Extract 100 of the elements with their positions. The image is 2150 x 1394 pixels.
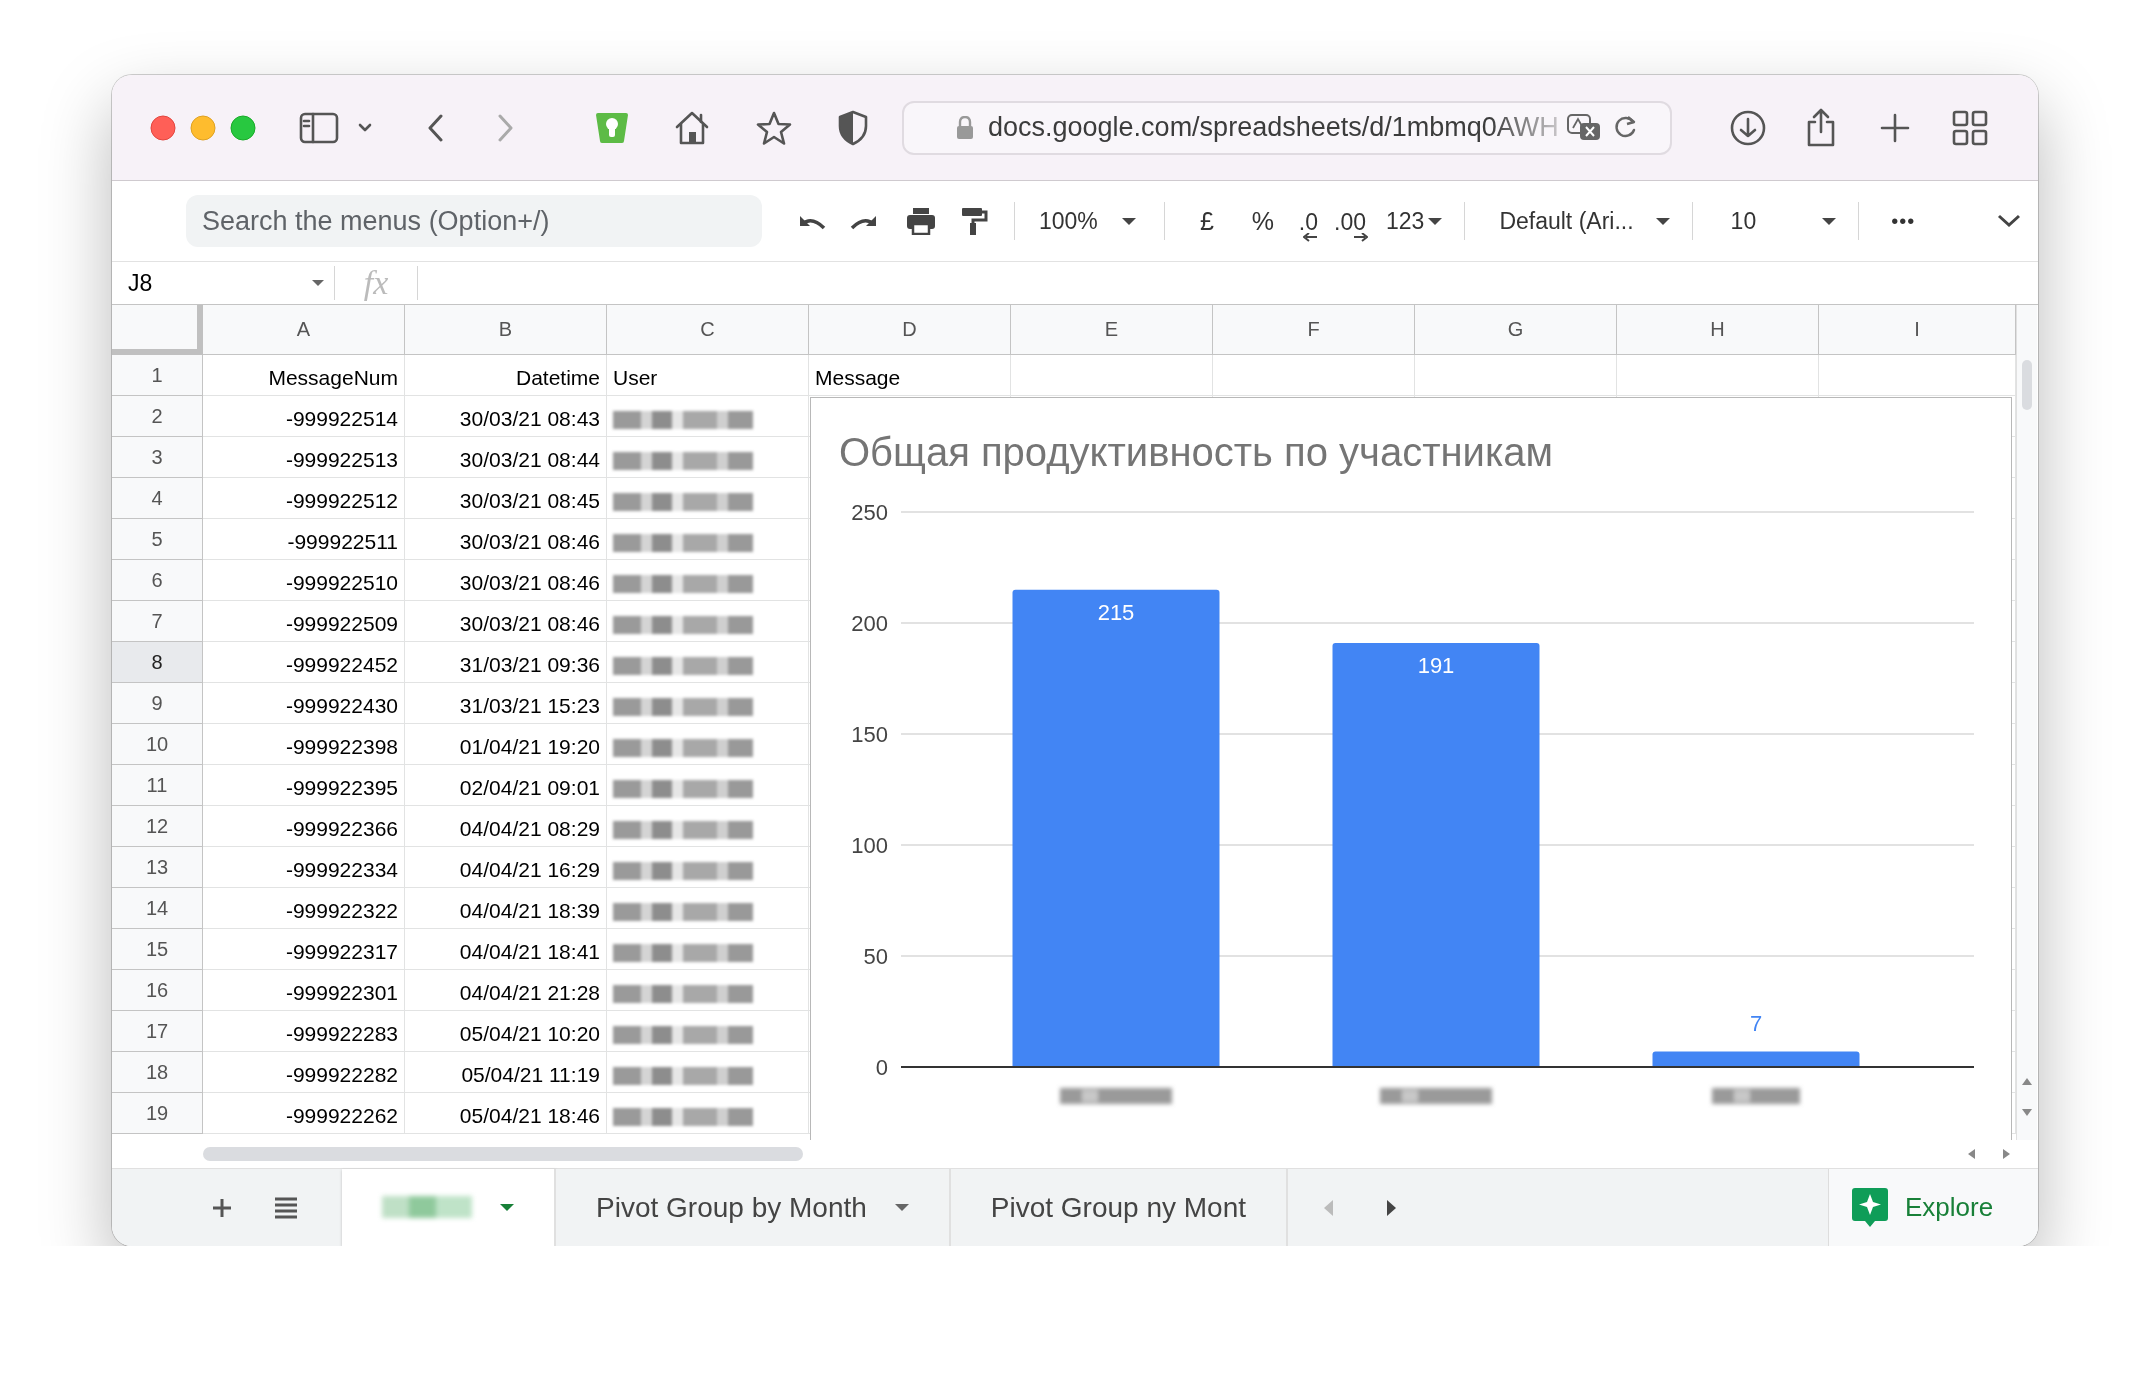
row-header[interactable]: 12: [112, 806, 203, 847]
percent-button[interactable]: %: [1234, 202, 1291, 240]
row-header[interactable]: 5: [112, 519, 203, 560]
zoom-dropdown[interactable]: 100%: [1029, 203, 1144, 239]
table-cell: MessageNum: [203, 355, 405, 396]
scroll-left-icon[interactable]: [1968, 1149, 1975, 1159]
scroll-right-icon[interactable]: [2003, 1149, 2010, 1159]
table-cell: -999922301: [203, 970, 405, 1011]
table-cell: 02/04/21 09:01: [405, 765, 607, 806]
home-icon[interactable]: [673, 109, 711, 146]
row-header[interactable]: 18: [112, 1052, 203, 1093]
bookmark-star-icon[interactable]: [755, 109, 793, 146]
row-header[interactable]: 3: [112, 437, 203, 478]
url-text: docs.google.com/spreadsheets/d/1mbmq0AWH: [988, 112, 1559, 143]
column-header[interactable]: C: [607, 305, 809, 355]
table-cell: -999922322: [203, 888, 405, 929]
scroll-down-icon[interactable]: [2022, 1109, 2032, 1116]
caret-icon: [1655, 217, 1670, 225]
axis-label: 100: [851, 833, 888, 858]
back-icon[interactable]: [427, 113, 444, 142]
shield-icon[interactable]: [838, 109, 868, 146]
row-header[interactable]: 10: [112, 724, 203, 765]
row-header[interactable]: 14: [112, 888, 203, 929]
row-header[interactable]: 2: [112, 396, 203, 437]
explore-icon: [1851, 1187, 1889, 1228]
row-header[interactable]: 17: [112, 1011, 203, 1052]
column-header[interactable]: B: [405, 305, 607, 355]
table-cell: -999922366: [203, 806, 405, 847]
address-bar[interactable]: docs.google.com/spreadsheets/d/1mbmq0AWH: [902, 100, 1672, 155]
scrollbar-thumb[interactable]: [2022, 360, 2032, 410]
column-header[interactable]: I: [1819, 305, 2016, 355]
currency-button[interactable]: £: [1178, 202, 1235, 240]
table-cell: 30/03/21 08:46: [405, 601, 607, 642]
decrease-decimals-button[interactable]: .0: [1290, 200, 1326, 242]
column-header[interactable]: D: [809, 305, 1011, 355]
table-cell: Message: [809, 355, 1011, 396]
row-header[interactable]: 7: [112, 601, 203, 642]
print-icon[interactable]: [906, 207, 936, 235]
paint-format-icon[interactable]: [960, 206, 988, 236]
table-cell: -999922283: [203, 1011, 405, 1052]
download-icon[interactable]: [1730, 109, 1766, 146]
table-cell: -999922317: [203, 929, 405, 970]
tab-overview-icon[interactable]: [1952, 109, 1988, 146]
axis-label: 200: [851, 611, 888, 636]
table-cell: 31/03/21 09:36: [405, 642, 607, 683]
sheet-tab-label: Pivot Group ny Mont: [990, 1191, 1247, 1224]
table-cell: -999922334: [203, 847, 405, 888]
table-cell: -999922395: [203, 765, 405, 806]
row-header[interactable]: 6: [112, 560, 203, 601]
lock-icon: [956, 115, 974, 140]
caret-icon: [1822, 217, 1837, 225]
scrollbar-thumb[interactable]: [203, 1147, 803, 1161]
row-header[interactable]: 19: [112, 1093, 203, 1134]
new-tab-icon[interactable]: [1880, 112, 1910, 143]
data-label: 7: [1749, 1011, 1763, 1037]
more-button[interactable]: •••: [1873, 205, 1924, 237]
row-header[interactable]: 9: [112, 683, 203, 724]
table-cell: 30/03/21 08:43: [405, 396, 607, 437]
row-header[interactable]: 15: [112, 929, 203, 970]
row-header[interactable]: 8: [112, 642, 203, 683]
table-cell: 30/03/21 08:46: [405, 519, 607, 560]
sidebar-icon[interactable]: [299, 110, 339, 145]
add-sheet-icon[interactable]: [212, 1197, 232, 1218]
table-cell: -999922512: [203, 478, 405, 519]
chevron-down-icon[interactable]: [358, 122, 372, 133]
increase-decimals-button[interactable]: .00: [1326, 200, 1374, 242]
zoom-button[interactable]: [230, 114, 256, 141]
sheet-tab-label: Pivot Group by Month: [596, 1191, 867, 1224]
close-button[interactable]: [150, 114, 176, 141]
row-header[interactable]: 1: [112, 355, 203, 396]
column-header[interactable]: G: [1415, 305, 1617, 355]
font-size-dropdown[interactable]: 10: [1706, 203, 1845, 239]
scroll-tabs-right-icon[interactable]: [1387, 1199, 1397, 1216]
data-label: 215: [1097, 599, 1135, 625]
number-format-dropdown[interactable]: 123: [1378, 203, 1451, 239]
column-header[interactable]: A: [203, 305, 405, 355]
translate-icon[interactable]: [1566, 112, 1601, 143]
caret-icon: [500, 1204, 514, 1211]
row-header[interactable]: 4: [112, 478, 203, 519]
table-cell: 30/03/21 08:44: [405, 437, 607, 478]
table-cell: 04/04/21 18:41: [405, 929, 607, 970]
name-box[interactable]: J8: [112, 263, 334, 303]
chevron-down-icon[interactable]: [1997, 214, 2022, 228]
font-dropdown[interactable]: Default (Ari...: [1479, 203, 1678, 239]
table-cell: 05/04/21 11:19: [405, 1052, 607, 1093]
row-header[interactable]: 11: [112, 765, 203, 806]
data-label: 191: [1417, 653, 1455, 678]
all-sheets-icon[interactable]: [274, 1196, 298, 1219]
row-header[interactable]: 16: [112, 970, 203, 1011]
explore-button[interactable]: Explore: [1828, 1169, 2038, 1246]
table-cell: User: [607, 355, 809, 396]
column-header[interactable]: H: [1617, 305, 1819, 355]
table-cell: -999922282: [203, 1052, 405, 1093]
search-field[interactable]: Search the menus (Option+/): [186, 195, 762, 247]
chart-panel[interactable]: Общая продуктивность по участникам 0 50 100 150 200 250 215 191 7: [810, 397, 2012, 1140]
table-cell: -999922452: [203, 642, 405, 683]
scroll-up-icon[interactable]: [2022, 1078, 2032, 1085]
column-header[interactable]: E: [1011, 305, 1213, 355]
row-header[interactable]: 13: [112, 847, 203, 888]
column-header[interactable]: F: [1213, 305, 1415, 355]
